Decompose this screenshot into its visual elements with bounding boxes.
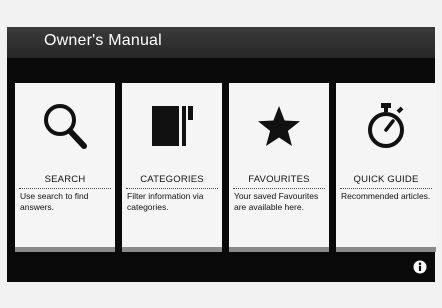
- quick-guide-label: QUICK GUIDE: [353, 174, 419, 185]
- categories-label: CATEGORIES: [140, 174, 204, 185]
- separator: [19, 188, 111, 189]
- card-bottom-bar: [15, 247, 115, 252]
- title-bar: Owner's Manual: [7, 27, 435, 58]
- page-title: Owner's Manual: [44, 32, 162, 49]
- card-bottom-bar: [122, 247, 222, 252]
- star-icon: [229, 83, 329, 169]
- quick-guide-description: Recommended articles.: [341, 191, 431, 201]
- info-icon[interactable]: [413, 260, 427, 274]
- card-bottom-bar: [229, 247, 329, 252]
- quick-guide-card[interactable]: QUICK GUIDE Recommended articles.: [336, 83, 436, 252]
- favourites-description: Your saved Favourites are available here…: [234, 191, 319, 212]
- separator: [126, 188, 218, 189]
- favourites-card[interactable]: FAVOURITES Your saved Favourites are ava…: [229, 83, 329, 252]
- categories-card[interactable]: CATEGORIES Filter information via catego…: [122, 83, 222, 252]
- search-description: Use search to find answers.: [20, 191, 89, 212]
- owners-manual-screen: Owner's Manual SEARCH Use search to find…: [7, 27, 436, 282]
- search-label: SEARCH: [44, 174, 86, 185]
- separator: [340, 188, 432, 189]
- stopwatch-icon: [336, 83, 436, 169]
- categories-icon: [122, 83, 222, 169]
- search-card[interactable]: SEARCH Use search to find answers.: [15, 83, 115, 252]
- categories-description: Filter information via categories.: [127, 191, 204, 212]
- search-icon: [15, 83, 115, 169]
- separator: [233, 188, 325, 189]
- card-bottom-bar: [336, 247, 436, 252]
- favourites-label: FAVOURITES: [248, 174, 310, 185]
